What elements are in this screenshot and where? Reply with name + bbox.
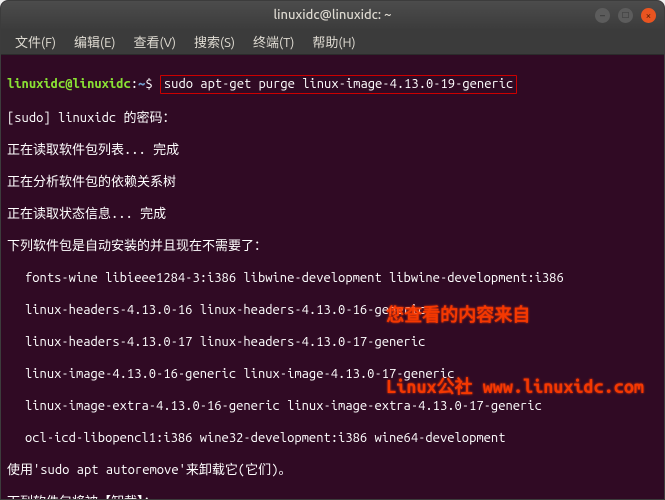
menu-help[interactable]: 帮助(H) bbox=[304, 29, 363, 54]
term-line: ocl-icd-libopencl1:i386 wine32-developme… bbox=[7, 430, 658, 446]
titlebar: linuxidc@linuxidc: ~ – □ × bbox=[1, 1, 664, 29]
term-line: 正在读取状态信息... 完成 bbox=[7, 206, 658, 222]
maximize-button[interactable]: □ bbox=[618, 8, 633, 23]
window-controls: – □ × bbox=[595, 8, 656, 23]
menu-view[interactable]: 查看(V) bbox=[126, 29, 184, 54]
close-button[interactable]: × bbox=[641, 8, 656, 23]
term-line: 正在分析软件包的依赖关系树 bbox=[7, 174, 658, 190]
term-line: 正在读取软件包列表... 完成 bbox=[7, 142, 658, 158]
term-line: linux-image-4.13.0-16-generic linux-imag… bbox=[7, 366, 658, 382]
prompt-colon: : bbox=[131, 77, 138, 91]
menu-file[interactable]: 文件(F) bbox=[7, 29, 64, 54]
menu-terminal[interactable]: 终端(T) bbox=[245, 29, 302, 54]
term-line: linux-headers-4.13.0-17 linux-headers-4.… bbox=[7, 334, 658, 350]
window-title: linuxidc@linuxidc: ~ bbox=[9, 8, 656, 22]
prompt-userhost: linuxidc@linuxidc bbox=[7, 77, 131, 91]
menu-edit[interactable]: 编辑(E) bbox=[66, 29, 123, 54]
menu-search[interactable]: 搜索(S) bbox=[186, 29, 243, 54]
minimize-button[interactable]: – bbox=[595, 8, 610, 23]
terminal-output[interactable]: linuxidc@linuxidc:~$ sudo apt-get purge … bbox=[1, 55, 664, 499]
term-line: fonts-wine libieee1284-3:i386 libwine-de… bbox=[7, 270, 658, 286]
term-line: linux-image-extra-4.13.0-16-generic linu… bbox=[7, 398, 658, 414]
prompt-dollar: $ bbox=[145, 77, 152, 91]
term-line: 下列软件包将被【卸载】： bbox=[7, 494, 658, 500]
term-line: [sudo] linuxidc 的密码： bbox=[7, 110, 658, 126]
term-line: 使用'sudo apt autoremove'来卸载它(它们)。 bbox=[7, 462, 658, 478]
term-line: 下列软件包是自动安装的并且现在不需要了： bbox=[7, 238, 658, 254]
term-line: linux-headers-4.13.0-16 linux-headers-4.… bbox=[7, 302, 658, 318]
menubar: 文件(F) 编辑(E) 查看(V) 搜索(S) 终端(T) 帮助(H) bbox=[1, 29, 664, 55]
command-highlight: sudo apt-get purge linux-image-4.13.0-19… bbox=[160, 75, 517, 94]
terminal-window: linuxidc@linuxidc: ~ – □ × 文件(F) 编辑(E) 查… bbox=[0, 0, 665, 500]
